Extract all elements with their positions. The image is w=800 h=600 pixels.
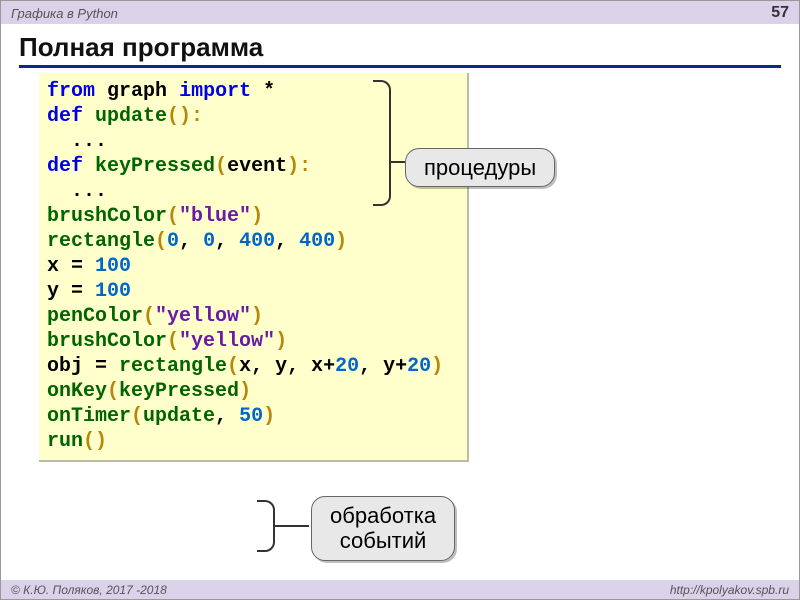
callout-events: обработка событий bbox=[311, 496, 455, 561]
slide-title: Полная программа bbox=[19, 32, 781, 68]
footer-url: http://kpolyakov.spb.ru bbox=[670, 583, 789, 597]
brace-events bbox=[257, 500, 275, 552]
brace-tip bbox=[275, 525, 309, 527]
slide-footer: © К.Ю. Поляков, 2017 -2018 http://kpolya… bbox=[1, 580, 799, 599]
footer-copyright: © К.Ю. Поляков, 2017 -2018 bbox=[11, 583, 167, 597]
brace-tip bbox=[391, 161, 405, 163]
brace-procedures bbox=[373, 80, 391, 206]
code-block: from graph import * def update(): ... de… bbox=[39, 73, 469, 462]
header-subject: Графика в Python bbox=[11, 6, 118, 21]
slide-header: Графика в Python 57 bbox=[1, 1, 799, 24]
page-number: 57 bbox=[771, 4, 789, 22]
callout-procedures: процедуры bbox=[405, 148, 555, 187]
